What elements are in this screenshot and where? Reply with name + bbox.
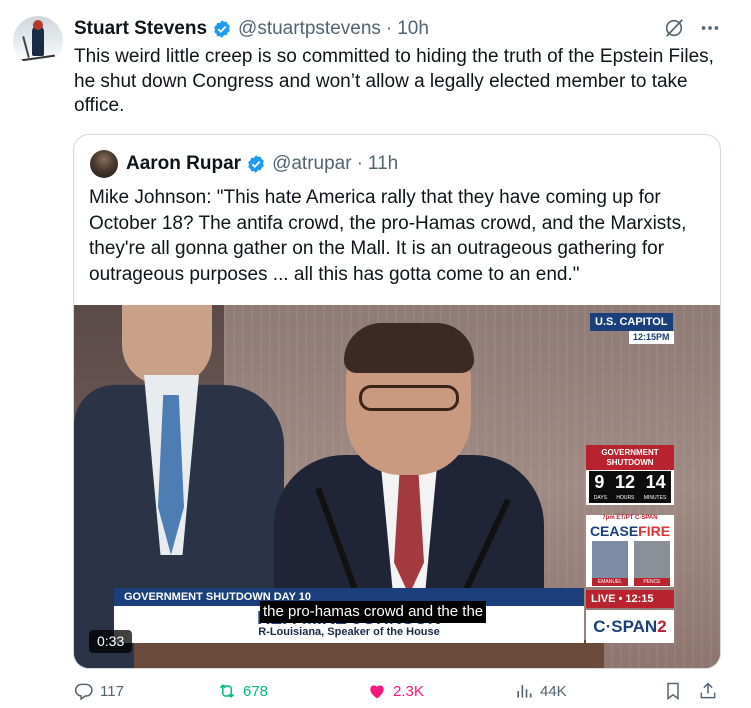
- ceasefire-photo: [634, 541, 670, 579]
- bookmark-icon: [667, 682, 679, 700]
- location-badge: U.S. CAPITOL: [590, 313, 673, 331]
- shutdown-labels: DAYS HOURS MINUTES: [589, 493, 671, 503]
- quoted-avatar[interactable]: [90, 150, 118, 178]
- author-handle[interactable]: @stuartpstevens: [238, 18, 381, 40]
- verified-badge-icon: [248, 155, 264, 173]
- shutdown-minutes-label: MINUTES: [643, 495, 667, 501]
- post-avatar[interactable]: [13, 16, 63, 66]
- share-button[interactable]: [698, 677, 724, 705]
- post-text: This weird little creep is so committed …: [74, 46, 714, 116]
- shutdown-hours: 12: [614, 471, 635, 492]
- like-button[interactable]: 2.3K: [367, 677, 424, 705]
- podium: [134, 640, 604, 668]
- views-icon: [517, 685, 532, 698]
- network-name: C·SPAN: [593, 617, 658, 636]
- action-bar: 117 678 2.3K 44K: [0, 677, 751, 705]
- separator-dot: ·: [356, 153, 363, 174]
- shutdown-minutes: 14: [645, 471, 666, 492]
- shutdown-days: 9: [594, 471, 605, 492]
- shutdown-hours-label: HOURS: [616, 495, 635, 501]
- quoted-time[interactable]: 11h: [368, 153, 398, 175]
- grok-icon[interactable]: [663, 17, 685, 39]
- ceasefire-photo: [592, 541, 628, 579]
- lower-third-subtitle: R-Louisiana, Speaker of the House: [258, 626, 440, 638]
- bookmark-button[interactable]: [663, 677, 689, 705]
- quoted-header: Aaron Rupar @atrupar · 11h: [126, 151, 398, 177]
- network-logo: C·SPAN2: [586, 610, 674, 643]
- views-count: 44K: [540, 682, 567, 700]
- reply-count: 117: [100, 682, 124, 700]
- author-name[interactable]: Stuart Stevens: [74, 18, 207, 40]
- video-duration: 0:33: [89, 630, 133, 653]
- ceasefire-title: CEASEFIRE: [586, 523, 674, 539]
- shutdown-numbers: 9 12 14: [589, 471, 671, 493]
- ceasefire-title-b: FIRE: [638, 523, 671, 539]
- video-player[interactable]: U.S. CAPITOL 12:15PM GOVERNMENT SHUTDOWN…: [74, 305, 720, 668]
- quoted-text: Mike Johnson: "This hate America rally t…: [89, 187, 687, 285]
- location-time: 12:15PM: [629, 331, 674, 344]
- live-indicator: LIVE • 12:15: [586, 590, 674, 608]
- ceasefire-title-a: CEASE: [589, 523, 639, 539]
- repost-count: 678: [243, 682, 269, 700]
- reply-icon: [74, 683, 93, 701]
- like-icon: [370, 685, 384, 699]
- network-number: 2: [657, 617, 667, 636]
- quoted-author-name[interactable]: Aaron Rupar: [126, 153, 241, 175]
- reply-button[interactable]: 117: [74, 677, 124, 705]
- post-time[interactable]: 10h: [397, 18, 429, 40]
- shutdown-days-label: DAYS: [593, 495, 607, 501]
- share-icon: [700, 682, 716, 699]
- repost-icon: [219, 684, 235, 698]
- ceasefire-name: PENCE: [634, 578, 670, 586]
- like-count: 2.3K: [393, 682, 424, 700]
- video-caption: the pro-hamas crowd and the the: [260, 601, 487, 623]
- quoted-handle[interactable]: @atrupar: [272, 153, 352, 175]
- more-icon[interactable]: [698, 17, 722, 39]
- ceasefire-label: 7pm ET/PT C-SPAN: [602, 515, 658, 521]
- shutdown-head: GOVERNMENT SHUTDOWN: [586, 445, 674, 470]
- ceasefire-name: EMANUEL: [592, 578, 628, 586]
- separator-dot: ·: [385, 18, 393, 39]
- quoted-post[interactable]: Aaron Rupar @atrupar · 11h Mike Johnson:…: [73, 134, 721, 669]
- repost-button[interactable]: 678: [217, 677, 268, 705]
- views-button[interactable]: 44K: [514, 677, 567, 705]
- verified-badge-icon: [214, 20, 230, 38]
- post-header: Stuart Stevens @stuartpstevens · 10h: [74, 16, 429, 42]
